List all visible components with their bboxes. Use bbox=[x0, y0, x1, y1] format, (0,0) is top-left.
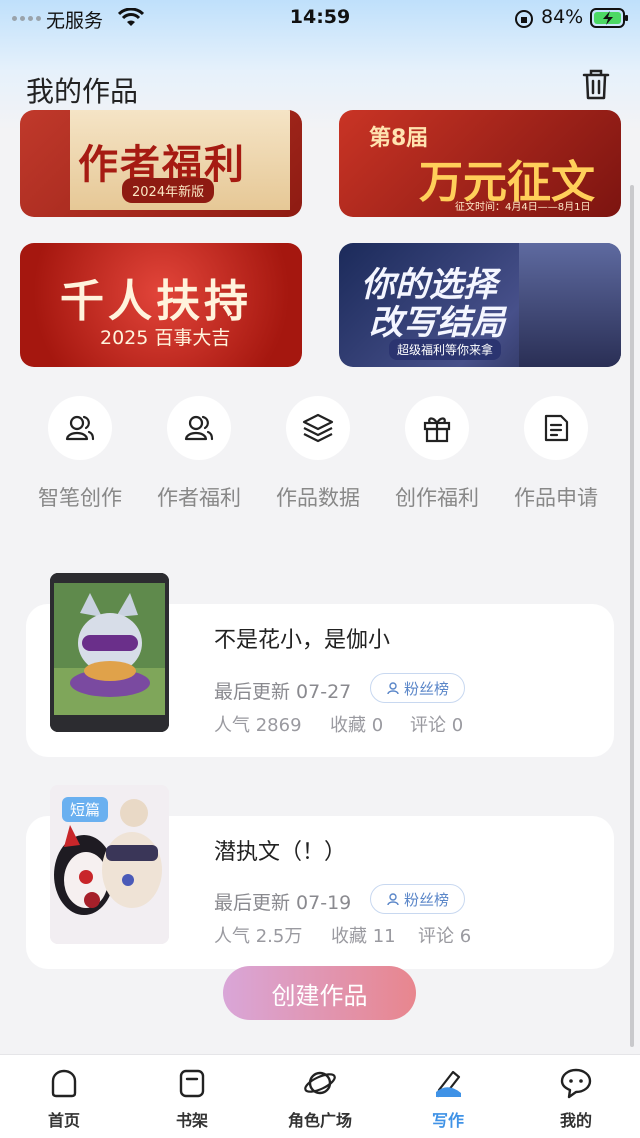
tab-label: 写作 bbox=[431, 1111, 464, 1130]
banner-character-illustration bbox=[519, 243, 621, 367]
work-comments: 评论 0 bbox=[410, 715, 464, 736]
tab-mine[interactable]: 我的 bbox=[526, 1063, 626, 1131]
battery-percent: 84% bbox=[541, 6, 584, 28]
quick-action-label: 作品数据 bbox=[276, 486, 360, 510]
scrollbar[interactable] bbox=[630, 185, 634, 1047]
work-popularity: 人气 2869 bbox=[214, 715, 302, 736]
work-comments: 评论 6 bbox=[418, 926, 472, 947]
quick-action-work-application[interactable]: 作品申请 bbox=[501, 396, 611, 516]
pen-icon bbox=[428, 1063, 468, 1103]
quick-action-label: 作者福利 bbox=[157, 486, 241, 510]
fans-ranking-label: 粉丝榜 bbox=[403, 679, 449, 698]
banner-thousand-support[interactable]: 千人扶持 2025 百事大吉 bbox=[20, 243, 302, 367]
tab-writing[interactable]: 写作 bbox=[398, 1063, 498, 1131]
fans-ranking-label: 粉丝榜 bbox=[403, 890, 449, 909]
create-work-button[interactable]: 创建作品 bbox=[223, 966, 416, 1020]
home-icon bbox=[44, 1063, 84, 1103]
user-icon bbox=[387, 682, 399, 695]
tab-label: 我的 bbox=[559, 1111, 592, 1130]
work-cover-image[interactable] bbox=[50, 573, 169, 732]
banner-subtitle: 2024年新版 bbox=[122, 178, 215, 203]
quick-action-author-welfare[interactable]: 作者福利 bbox=[144, 396, 254, 516]
banner-author-welfare[interactable]: 作者福利 2024年新版 bbox=[20, 110, 302, 217]
chat-icon bbox=[556, 1063, 596, 1103]
document-icon bbox=[524, 396, 588, 460]
tab-label: 书架 bbox=[175, 1111, 208, 1130]
battery-icon bbox=[590, 8, 628, 28]
work-last-updated: 最后更新 07-19 bbox=[214, 892, 352, 914]
users-icon bbox=[167, 396, 231, 460]
quick-action-work-data[interactable]: 作品数据 bbox=[263, 396, 373, 516]
work-last-updated: 最后更新 07-27 bbox=[214, 681, 352, 703]
work-favorites: 收藏 0 bbox=[330, 715, 384, 736]
quick-action-label: 创作福利 bbox=[395, 486, 479, 510]
user-icon bbox=[387, 893, 399, 906]
users-icon bbox=[48, 396, 112, 460]
rotation-lock-icon bbox=[515, 10, 533, 28]
trash-icon[interactable] bbox=[580, 68, 612, 102]
tab-label: 角色广场 bbox=[287, 1111, 352, 1130]
page-title: 我的作品 bbox=[26, 75, 139, 108]
work-title: 不是花小，是伽小 bbox=[214, 628, 391, 653]
quick-action-smart-pen[interactable]: 智笔创作 bbox=[25, 396, 135, 516]
tab-bookshelf[interactable]: 书架 bbox=[142, 1063, 242, 1131]
fans-ranking-badge[interactable]: 粉丝榜 bbox=[370, 673, 465, 703]
bookshelf-icon bbox=[172, 1063, 212, 1103]
tab-bar: 首页 书架 角色广场 写作 我的 bbox=[0, 1054, 640, 1138]
tab-label: 首页 bbox=[47, 1111, 80, 1130]
quick-action-label: 智笔创作 bbox=[38, 486, 122, 510]
gift-icon bbox=[405, 396, 469, 460]
fans-ranking-badge[interactable]: 粉丝榜 bbox=[370, 884, 465, 914]
tab-character-plaza[interactable]: 角色广场 bbox=[270, 1063, 370, 1131]
quick-action-label: 作品申请 bbox=[514, 486, 598, 510]
layers-icon bbox=[286, 396, 350, 460]
work-favorites: 收藏 11 bbox=[331, 926, 396, 947]
banner-your-choice[interactable]: 你的选择 改写结局 超级福利等你来拿 bbox=[339, 243, 621, 367]
banner-title-line2: 改写结局 bbox=[369, 303, 505, 343]
work-title: 潜执文（！） bbox=[214, 840, 347, 865]
banner-subtitle: 超级福利等你来拿 bbox=[389, 339, 502, 360]
tab-home[interactable]: 首页 bbox=[14, 1063, 114, 1131]
status-bar: 无服务 14:59 84% bbox=[0, 0, 640, 36]
quick-action-creation-welfare[interactable]: 创作福利 bbox=[382, 396, 492, 516]
work-popularity: 人气 2.5万 bbox=[214, 926, 303, 947]
banner-subtitle: 2025 百事大吉 bbox=[100, 327, 231, 349]
banner-essay-contest[interactable]: 第8届 万元征文 征文时间：4月4日——8月1日 bbox=[339, 110, 621, 217]
short-story-tag: 短篇 bbox=[62, 797, 109, 822]
banner-title: 千人扶持 bbox=[60, 276, 252, 327]
planet-icon bbox=[300, 1063, 340, 1103]
banner-date: 征文时间：4月4日——8月1日 bbox=[455, 202, 591, 213]
